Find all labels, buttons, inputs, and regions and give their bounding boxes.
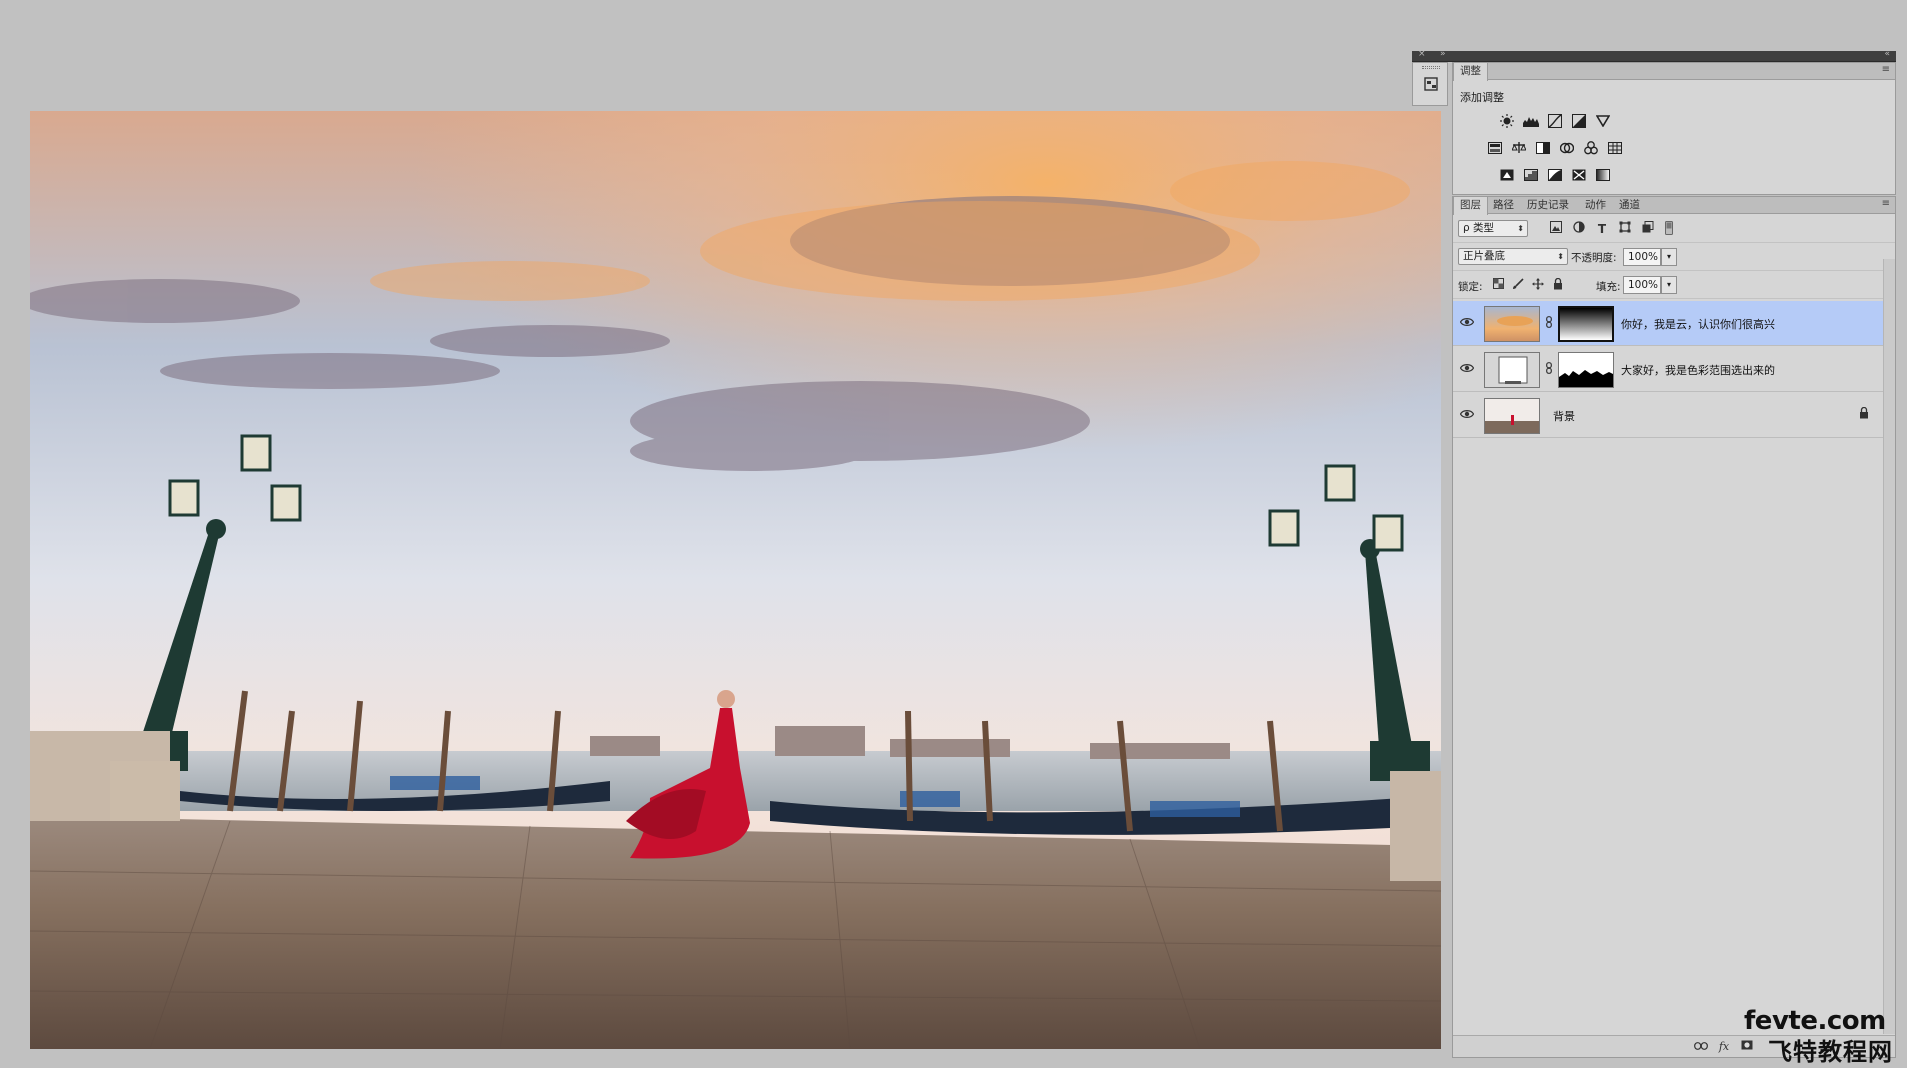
lock-move-icon[interactable] [1531, 278, 1545, 292]
fx-icon[interactable]: fx [1716, 1039, 1732, 1055]
link-layers-icon[interactable] [1693, 1039, 1709, 1055]
brightness-contrast-icon[interactable] [1498, 112, 1516, 130]
layer-mask-thumbnail[interactable] [1558, 306, 1614, 342]
lock-transparent-icon[interactable] [1491, 278, 1505, 292]
select-arrow-icon: ⬍ [1517, 224, 1524, 233]
channel-mixer-icon[interactable] [1582, 139, 1600, 157]
layer-row-color-range[interactable]: 大家好，我是色彩范围选出来的 [1453, 347, 1883, 392]
mask-link-icon[interactable] [1546, 316, 1552, 331]
layer-row-clouds[interactable]: 你好，我是云，认识你们很高兴 [1453, 301, 1883, 346]
grip-handle[interactable] [1422, 66, 1440, 69]
adjustment-row-1 [1453, 112, 1895, 130]
filter-smart-object-icon[interactable] [1640, 221, 1656, 237]
blend-mode-select[interactable]: 正片叠底 ⬍ [1458, 248, 1568, 265]
adjustments-title: 添加调整 [1460, 91, 1504, 104]
layer-mask-thumbnail[interactable] [1558, 352, 1614, 388]
blend-mode-value: 正片叠底 [1463, 250, 1505, 262]
photo-filter-icon[interactable] [1558, 139, 1576, 157]
filter-type-select[interactable]: ρ 类型 ⬍ [1458, 220, 1528, 237]
eye-icon[interactable] [1458, 407, 1476, 423]
layer-lock-icon [1859, 406, 1869, 422]
tab-history[interactable]: 历史记录 [1521, 197, 1575, 214]
color-balance-icon[interactable] [1510, 139, 1528, 157]
black-white-icon[interactable] [1534, 139, 1552, 157]
lock-row: 锁定: 填充: 100% ▾ [1453, 271, 1895, 299]
levels-icon[interactable] [1522, 112, 1540, 130]
opacity-dropdown-button[interactable]: ▾ [1661, 248, 1677, 266]
hue-saturation-icon[interactable] [1486, 139, 1504, 157]
layers-panel: 图层 路径 历史记录 动作 通道 ≡ ρ 类型 ⬍ T 正片叠底 ⬍ 不透明度:… [1452, 196, 1896, 1058]
panel-menu-icon[interactable]: ≡ [1882, 198, 1890, 209]
panel-dock-header: × » « [1412, 49, 1896, 62]
curves-icon[interactable] [1546, 112, 1564, 130]
layer-row-background[interactable]: 背景 [1453, 393, 1883, 438]
filter-pixel-icon[interactable] [1548, 221, 1564, 237]
exposure-icon[interactable] [1570, 112, 1588, 130]
layer-filter-row: ρ 类型 ⬍ T [1453, 215, 1895, 243]
filter-shape-icon[interactable] [1617, 221, 1633, 237]
collapsed-panel-strip [1412, 62, 1448, 106]
layers-tabbar: 图层 路径 历史记录 动作 通道 ≡ [1453, 197, 1895, 215]
layer-thumbnail[interactable] [1484, 306, 1540, 342]
tab-adjustments[interactable]: 调整 [1453, 63, 1488, 81]
fill-dropdown-button[interactable]: ▾ [1661, 276, 1677, 294]
adjustment-row-3 [1453, 166, 1895, 184]
filter-toggle-icon[interactable] [1661, 221, 1677, 237]
filter-type-value: ρ 类型 [1463, 222, 1495, 234]
close-icon[interactable]: × [1418, 49, 1426, 59]
layer-name: 背景 [1553, 410, 1575, 423]
layer-name: 大家好，我是色彩范围选出来的 [1621, 364, 1775, 377]
color-lookup-icon[interactable] [1606, 139, 1624, 157]
layer-thumbnail[interactable] [1484, 398, 1540, 434]
tab-channels[interactable]: 通道 [1613, 197, 1646, 214]
blend-mode-row: 正片叠底 ⬍ 不透明度: 100% ▾ [1453, 243, 1895, 271]
mask-link-icon[interactable] [1546, 362, 1552, 377]
layer-name: 你好，我是云，认识你们很高兴 [1621, 318, 1775, 331]
adjustments-panel-icon[interactable] [1424, 76, 1438, 92]
tab-actions[interactable]: 动作 [1579, 197, 1612, 214]
filter-type-icon[interactable]: T [1594, 221, 1610, 237]
fill-input[interactable]: 100% [1623, 276, 1661, 294]
selective-color-icon[interactable] [1570, 166, 1588, 184]
lock-label: 锁定: [1458, 281, 1483, 293]
document-canvas[interactable] [30, 111, 1441, 1049]
layers-scrollbar[interactable] [1883, 259, 1895, 1034]
adjustment-layer-thumbnail[interactable] [1484, 352, 1540, 388]
panel-menu-icon[interactable]: ≡ [1882, 64, 1890, 75]
posterize-icon[interactable] [1522, 166, 1540, 184]
venice-photo [30, 111, 1441, 1049]
watermark-logo: fevte.com 飞特教程网 [1740, 1006, 1900, 1066]
invert-icon[interactable] [1498, 166, 1516, 184]
collapse-icon[interactable]: » [1440, 49, 1446, 59]
watermark-line2: 飞特教程网 [1768, 1038, 1893, 1066]
eye-icon[interactable] [1458, 361, 1476, 377]
adjustments-panel: 调整 ≡ 添加调整 [1452, 62, 1896, 195]
filter-adjustment-icon[interactable] [1571, 221, 1587, 237]
tab-layers[interactable]: 图层 [1453, 197, 1488, 215]
opacity-input[interactable]: 100% [1623, 248, 1661, 266]
threshold-icon[interactable] [1546, 166, 1564, 184]
gradient-map-icon[interactable] [1594, 166, 1612, 184]
fill-label: 填充: [1596, 281, 1621, 293]
expand-icon[interactable]: « [1884, 49, 1890, 59]
adjustment-row-2 [1453, 139, 1895, 157]
tab-paths[interactable]: 路径 [1487, 197, 1520, 214]
select-arrow-icon: ⬍ [1557, 252, 1564, 261]
adjustments-tabbar: 调整 ≡ [1453, 63, 1895, 81]
lock-brush-icon[interactable] [1511, 278, 1525, 292]
eye-icon[interactable] [1458, 315, 1476, 331]
vibrance-icon[interactable] [1594, 112, 1612, 130]
opacity-label: 不透明度: [1571, 252, 1617, 264]
lock-all-icon[interactable] [1551, 277, 1565, 292]
